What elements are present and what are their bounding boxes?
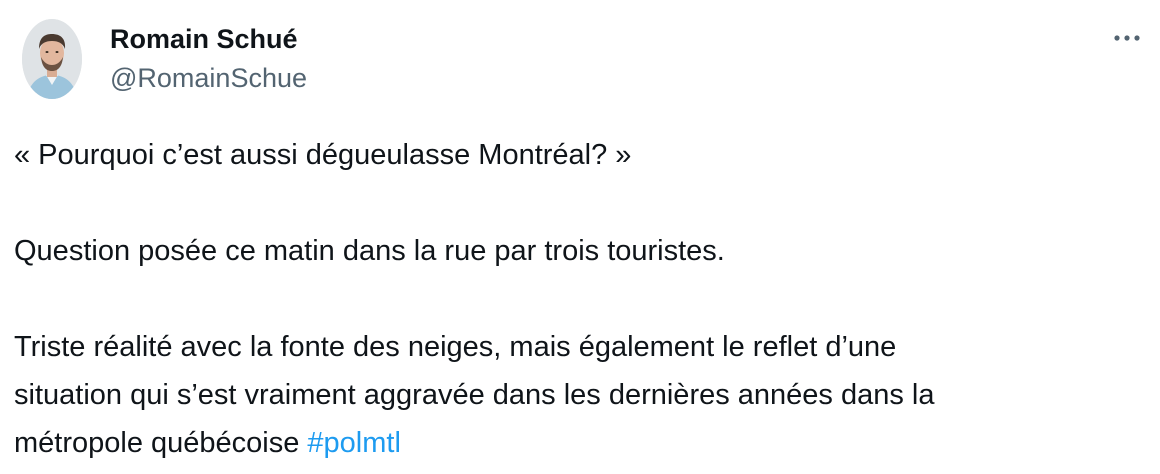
hashtag-link[interactable]: #polmtl: [307, 427, 401, 459]
avatar-photo: [22, 19, 82, 99]
tweet-line-text: métropole québécoise: [14, 427, 308, 459]
tweet-line: métropole québécoise #polmtl: [14, 419, 1144, 467]
avatar[interactable]: [22, 19, 82, 99]
tweet-text: « Pourquoi c’est aussi dégueulasse Montr…: [14, 131, 1144, 467]
tweet-line: situation qui s’est vraiment aggravée da…: [14, 379, 935, 411]
more-horizontal-icon: [1114, 35, 1140, 41]
tweet-line: Question posée ce matin dans la rue par …: [14, 235, 725, 267]
author-handle[interactable]: @RomainSchue: [110, 62, 307, 94]
more-options-button[interactable]: [1108, 24, 1148, 52]
tweet-card[interactable]: Romain Schué @RomainSchue « Pourquoi c’e…: [0, 0, 1160, 474]
author-display-name[interactable]: Romain Schué: [110, 23, 298, 55]
tweet-line: « Pourquoi c’est aussi dégueulasse Montr…: [14, 139, 632, 171]
tweet-line: Triste réalité avec la fonte des neiges,…: [14, 331, 897, 363]
